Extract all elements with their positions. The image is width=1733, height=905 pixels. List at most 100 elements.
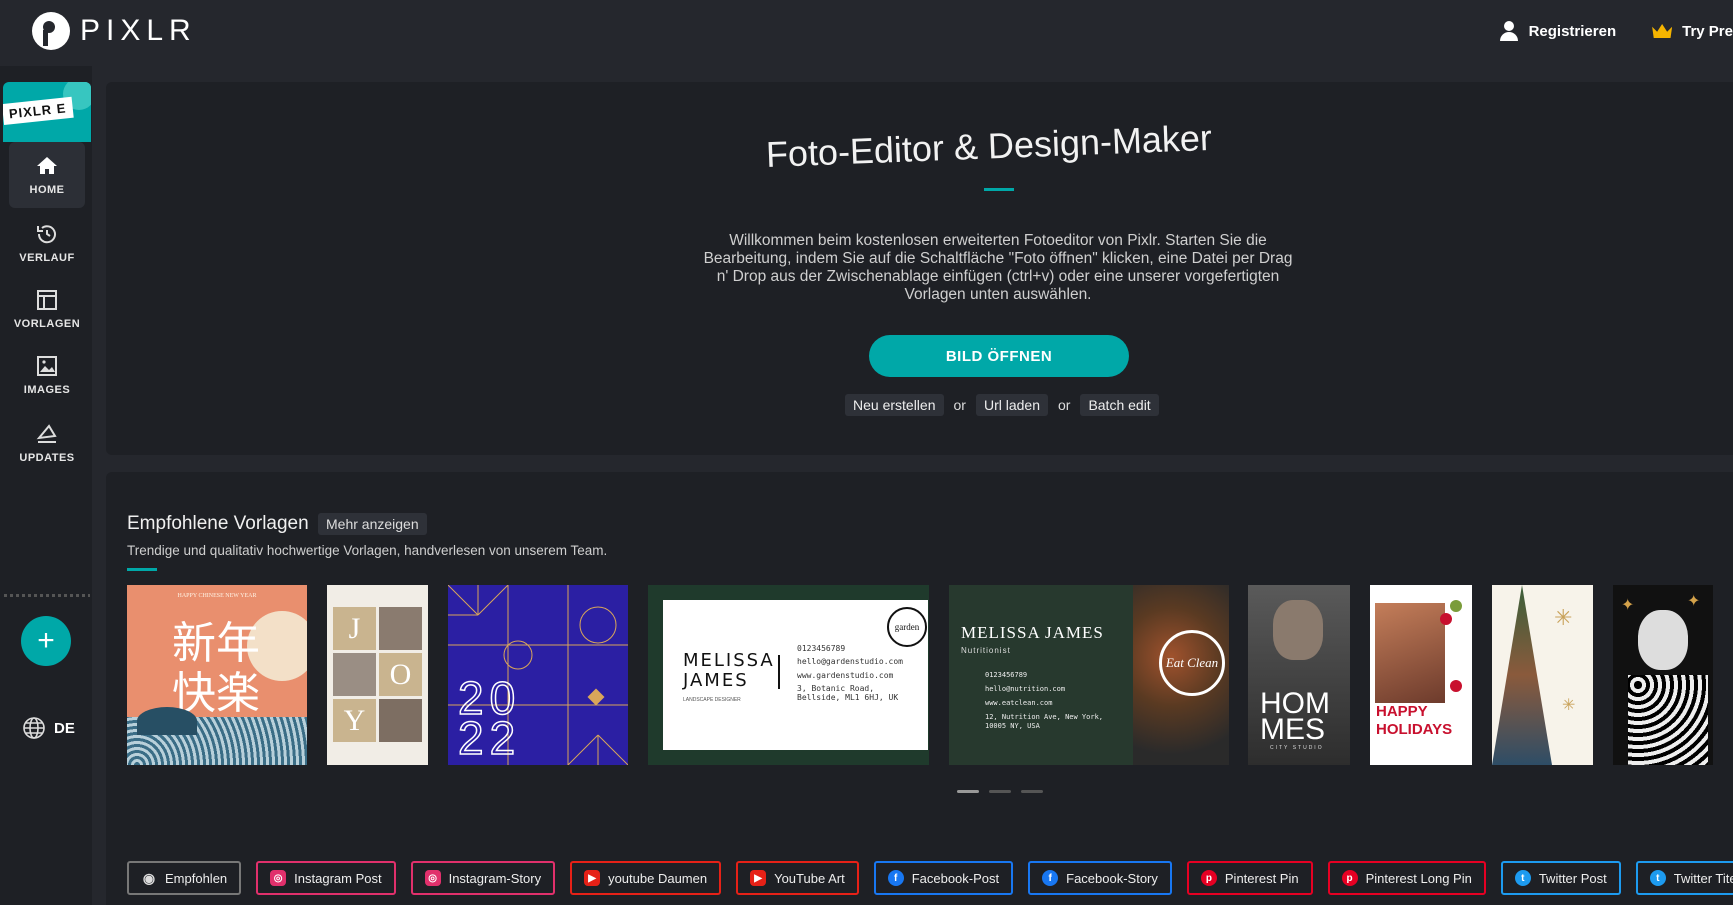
category-twitter-header[interactable]: t Twitter Titelbild <box>1635 861 1733 895</box>
bc2-web: www.eatclean.com <box>985 699 1053 707</box>
category-empfohlen[interactable]: ◉ Empfohlen <box>127 861 242 895</box>
sidebar-item-vorlagen[interactable]: VORLAGEN <box>9 276 85 342</box>
glam-coat <box>1628 675 1708 765</box>
category-facebook-story[interactable]: f Facebook-Story <box>1028 861 1172 895</box>
template-card-christmas-collage[interactable]: ✳ ✳ <box>1492 585 1593 765</box>
holidays-text-1: HAPPY <box>1376 703 1428 720</box>
bc1-role: LANDSCAPE DESIGNER <box>683 697 741 703</box>
holidays-ornament <box>1450 600 1462 612</box>
hommes-sub: CITY STUDIO <box>1270 745 1324 751</box>
sidebar-item-updates[interactable]: UPDATES <box>9 410 85 476</box>
hommes-face <box>1273 600 1323 660</box>
youtube-icon: ▶ <box>750 870 767 886</box>
history-icon <box>37 225 56 244</box>
carousel-dot[interactable] <box>1021 790 1043 793</box>
snowflake-icon: ✳ <box>1562 697 1576 714</box>
joy-letter-y: Y <box>333 699 376 742</box>
joy-letter-j: J <box>333 607 376 650</box>
template-card-2022[interactable]: 20 22 <box>448 585 628 765</box>
batch-edit-button[interactable]: Batch edit <box>1080 394 1159 416</box>
bc1-name-2: JAMES <box>683 670 749 691</box>
sidebar-item-verlauf[interactable]: VERLAUF <box>9 210 85 276</box>
category-label: Twitter Post <box>1538 870 1607 886</box>
template-card-happy-holidays[interactable]: HAPPY HOLIDAYS <box>1370 585 1472 765</box>
image-icon <box>37 356 57 376</box>
sidebar-item-images[interactable]: IMAGES <box>9 342 85 408</box>
carousel-dot[interactable] <box>989 790 1011 793</box>
twitter-icon: t <box>1649 870 1666 886</box>
collage-tree <box>1492 585 1552 765</box>
category-pinterest-pin[interactable]: p Pinterest Pin <box>1186 861 1313 895</box>
sidebar: PIXLR E HOME VERLAUF VORLAGEN IMAGES UPD… <box>0 66 92 905</box>
open-image-button[interactable]: BILD ÖFFNEN <box>869 335 1129 377</box>
template-card-business-garden[interactable]: MELISSA JAMES LANDSCAPE DESIGNER 0123456… <box>648 585 929 765</box>
category-youtube-thumbnail[interactable]: ▶ youtube Daumen <box>570 861 722 895</box>
category-label: Facebook-Story <box>1066 870 1158 886</box>
header-actions: Registrieren Try Premium <box>1499 0 1733 62</box>
sidebar-item-label: VERLAUF <box>19 252 75 264</box>
bc1-name-1: MELISSA <box>683 650 775 671</box>
carousel-dot[interactable] <box>957 790 979 793</box>
sidebar-item-label: UPDATES <box>19 452 75 464</box>
snowflake-icon: ✳ <box>1554 605 1573 630</box>
sidebar-item-label: HOME <box>29 184 65 196</box>
category-instagram-story[interactable]: ◎ Instagram-Story <box>410 861 556 895</box>
template-card-hommes[interactable]: HOM MES CITY STUDIO <box>1248 585 1350 765</box>
add-button[interactable]: + <box>21 616 71 666</box>
template-card-joy[interactable]: J O Y <box>327 585 428 765</box>
premium-label: Try Premium <box>1682 22 1733 40</box>
category-label: Empfohlen <box>165 870 228 886</box>
category-instagram-post[interactable]: ◎ Instagram Post <box>256 861 396 895</box>
bc2-logo: Eat Clean <box>1159 630 1225 696</box>
facebook-icon: f <box>1042 870 1059 886</box>
template-card-chinese-new-year[interactable]: HAPPY CHINESE NEW YEAR 新年 快楽 <box>127 585 307 765</box>
instagram-icon: ◎ <box>424 870 441 886</box>
register-button[interactable]: Registrieren <box>1499 21 1617 41</box>
bc1-mail: hello@gardenstudio.com <box>797 657 903 666</box>
category-twitter-post[interactable]: t Twitter Post <box>1500 861 1621 895</box>
sidebar-item-home[interactable]: HOME <box>9 142 85 208</box>
sidebar-divider <box>4 594 90 597</box>
premium-button[interactable]: Try Premium <box>1652 23 1733 40</box>
star-icon: ✦ <box>1621 597 1635 614</box>
joy-photo <box>333 653 376 696</box>
title-underline <box>984 188 1014 191</box>
new-create-button[interactable]: Neu erstellen <box>845 394 944 416</box>
hero-secondary-actions: Neu erstellen or Url laden or Batch edit <box>845 394 1159 416</box>
joy-letter-o: O <box>379 653 422 696</box>
home-icon <box>37 157 57 174</box>
bc1-phone: 0123456789 <box>797 644 846 653</box>
show-more-button[interactable]: Mehr anzeigen <box>318 513 427 535</box>
category-pinterest-long-pin[interactable]: p Pinterest Long Pin <box>1327 861 1486 895</box>
pixlr-e-tile[interactable]: PIXLR E <box>3 82 91 142</box>
language-selector[interactable]: DE <box>22 716 75 740</box>
globe-icon <box>23 717 45 739</box>
register-label: Registrieren <box>1528 22 1617 40</box>
joy-photo <box>379 699 422 742</box>
category-facebook-post[interactable]: f Facebook-Post <box>873 861 1014 895</box>
youtube-icon: ▶ <box>584 870 601 886</box>
bc2-name: MELISSA JAMES <box>961 623 1104 642</box>
bc1-logo: garden <box>887 607 927 647</box>
bc2-mail: hello@nutrition.com <box>985 685 1066 693</box>
logo-text: PIXLR <box>80 14 197 47</box>
category-youtube-art[interactable]: ▶ YouTube Art <box>736 861 859 895</box>
facebook-icon: f <box>887 870 904 886</box>
template-card-business-nutrition[interactable]: MELISSA JAMES Nutritionist 0123456789 he… <box>949 585 1229 765</box>
pixlr-logo[interactable]: PIXLR <box>32 12 197 50</box>
cny-small-text: HAPPY CHINESE NEW YEAR <box>177 593 257 599</box>
category-filter-bar: ◉ Empfohlen ◎ Instagram Post ◎ Instagram… <box>127 861 1733 895</box>
url-load-button[interactable]: Url laden <box>975 394 1048 416</box>
sidebar-item-label: IMAGES <box>23 384 71 396</box>
category-label: Instagram Post <box>294 870 382 886</box>
pixlr-logo-icon <box>32 12 70 50</box>
sidebar-item-label: VORLAGEN <box>13 318 81 330</box>
category-label: YouTube Art <box>774 870 845 886</box>
hero-description: Willkommen beim kostenlosen erweiterten … <box>703 232 1293 303</box>
carousel-pagination <box>957 790 1043 793</box>
templates-subtitle: Trendige und qualitativ hochwertige Vorl… <box>127 543 608 558</box>
joy-photo <box>379 607 422 650</box>
holidays-ornament <box>1450 680 1462 692</box>
bc2-address: 12, Nutrition Ave, New York, 10005 NY, U… <box>985 713 1104 730</box>
template-card-glam[interactable]: ✦ ✦ <box>1613 585 1713 765</box>
